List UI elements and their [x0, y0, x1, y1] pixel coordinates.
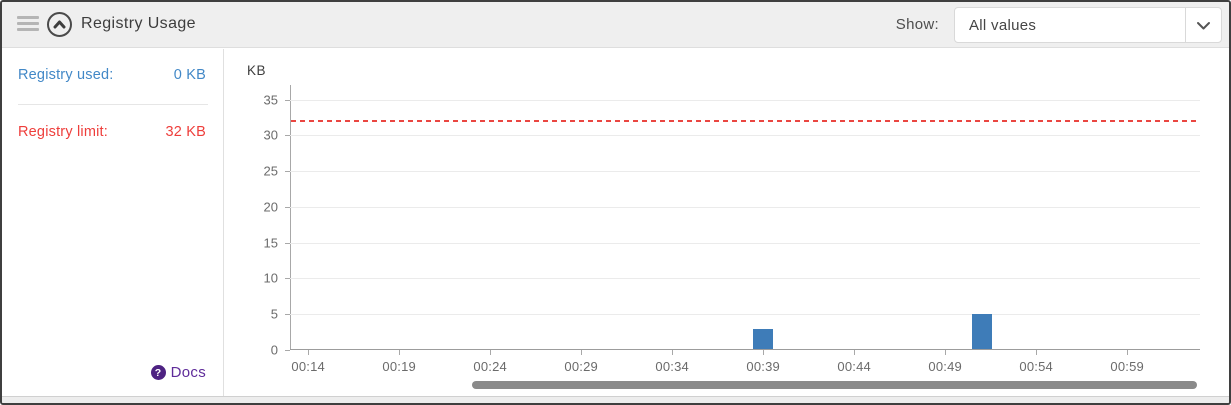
y-tick-mark	[285, 350, 290, 351]
x-tick-mark	[399, 350, 401, 355]
y-axis-title: KB	[247, 63, 267, 78]
registry-limit-row: Registry limit: 32 KB	[18, 124, 206, 140]
registry-limit-line	[291, 120, 1200, 123]
gridline	[290, 314, 1200, 316]
docs-link-label: Docs	[170, 364, 206, 381]
y-tick-mark	[285, 135, 290, 137]
x-tick-mark	[1127, 350, 1129, 355]
y-tick-label: 35	[263, 92, 278, 108]
y-tick-label: 5	[270, 306, 278, 322]
x-tick-label: 00:34	[655, 359, 689, 374]
x-tick-mark	[945, 350, 947, 355]
gridline	[290, 99, 1200, 101]
registry-used-label: Registry used:	[18, 67, 114, 83]
docs-link[interactable]: ? Docs	[150, 364, 206, 381]
chart-horizontal-scrollbar[interactable]	[472, 381, 1197, 389]
x-tick-mark	[763, 350, 765, 355]
divider	[18, 104, 208, 105]
y-tick-label: 20	[263, 199, 278, 215]
gridline	[290, 242, 1200, 244]
x-tick-mark	[308, 350, 310, 355]
x-tick-label: 00:49	[928, 359, 962, 374]
usage-bar[interactable]	[971, 314, 992, 349]
chevron-down-icon	[1185, 8, 1221, 42]
y-tick-label: 25	[263, 163, 278, 179]
x-tick-mark	[672, 350, 674, 355]
x-tick-label: 00:29	[564, 359, 598, 374]
registry-limit-value: 32 KB	[165, 124, 206, 140]
registry-used-row: Registry used: 0 KB	[18, 67, 206, 83]
chart-panel: KB 0 5 10 15 20 25 30 35 00:14 00:19 00:24 00:29 00:…	[225, 49, 1229, 396]
stats-sidebar: Registry used: 0 KB Registry limit: 32 K…	[2, 49, 224, 396]
y-tick-mark	[285, 206, 290, 208]
registry-used-value: 0 KB	[173, 67, 206, 83]
collapse-button[interactable]	[47, 12, 72, 37]
y-tick-mark	[285, 314, 290, 316]
x-tick-label: 00:39	[746, 359, 780, 374]
y-tick-label: 10	[263, 270, 278, 286]
gridline	[290, 171, 1200, 173]
x-tick-mark	[854, 350, 856, 355]
x-tick-mark	[581, 350, 583, 355]
x-tick-label: 00:19	[382, 359, 416, 374]
bar-chart-plot-area: 0 5 10 15 20 25 30 35 00:14 00:19 00:24 00:29 00:34 0…	[264, 85, 1200, 374]
x-tick-mark	[1036, 350, 1038, 355]
page-title: Registry Usage	[81, 15, 196, 32]
y-tick-label: 30	[263, 127, 278, 143]
registry-limit-label: Registry limit:	[18, 124, 109, 140]
gridline	[290, 278, 1200, 280]
show-label: Show:	[895, 16, 939, 33]
x-tick-mark	[490, 350, 492, 355]
y-tick-label: 0	[270, 342, 278, 358]
x-axis-line	[290, 349, 1200, 350]
y-tick-mark	[285, 99, 290, 101]
y-tick-mark	[285, 278, 290, 280]
question-mark-icon: ?	[150, 365, 166, 380]
y-tick-mark	[285, 171, 290, 173]
x-tick-label: 00:54	[1019, 359, 1053, 374]
x-tick-label: 00:14	[291, 359, 325, 374]
y-tick-label: 15	[263, 235, 278, 251]
drag-handle-icon[interactable]	[17, 16, 39, 34]
show-select-value: All values	[969, 16, 1037, 34]
usage-bar[interactable]	[753, 328, 774, 349]
y-tick-mark	[285, 242, 290, 244]
x-tick-label: 00:24	[473, 359, 507, 374]
chevron-up-icon	[53, 20, 66, 29]
widget-header: Registry Usage Show: All values	[2, 2, 1229, 48]
widget-footer-strip	[2, 396, 1229, 403]
y-axis-line	[290, 85, 291, 350]
gridline	[290, 206, 1200, 208]
x-tick-label: 00:59	[1110, 359, 1144, 374]
gridline	[290, 135, 1200, 137]
show-values-select[interactable]: All values	[954, 7, 1222, 43]
registry-usage-widget: Registry Usage Show: All values Registry…	[0, 0, 1231, 405]
x-tick-label: 00:44	[837, 359, 871, 374]
